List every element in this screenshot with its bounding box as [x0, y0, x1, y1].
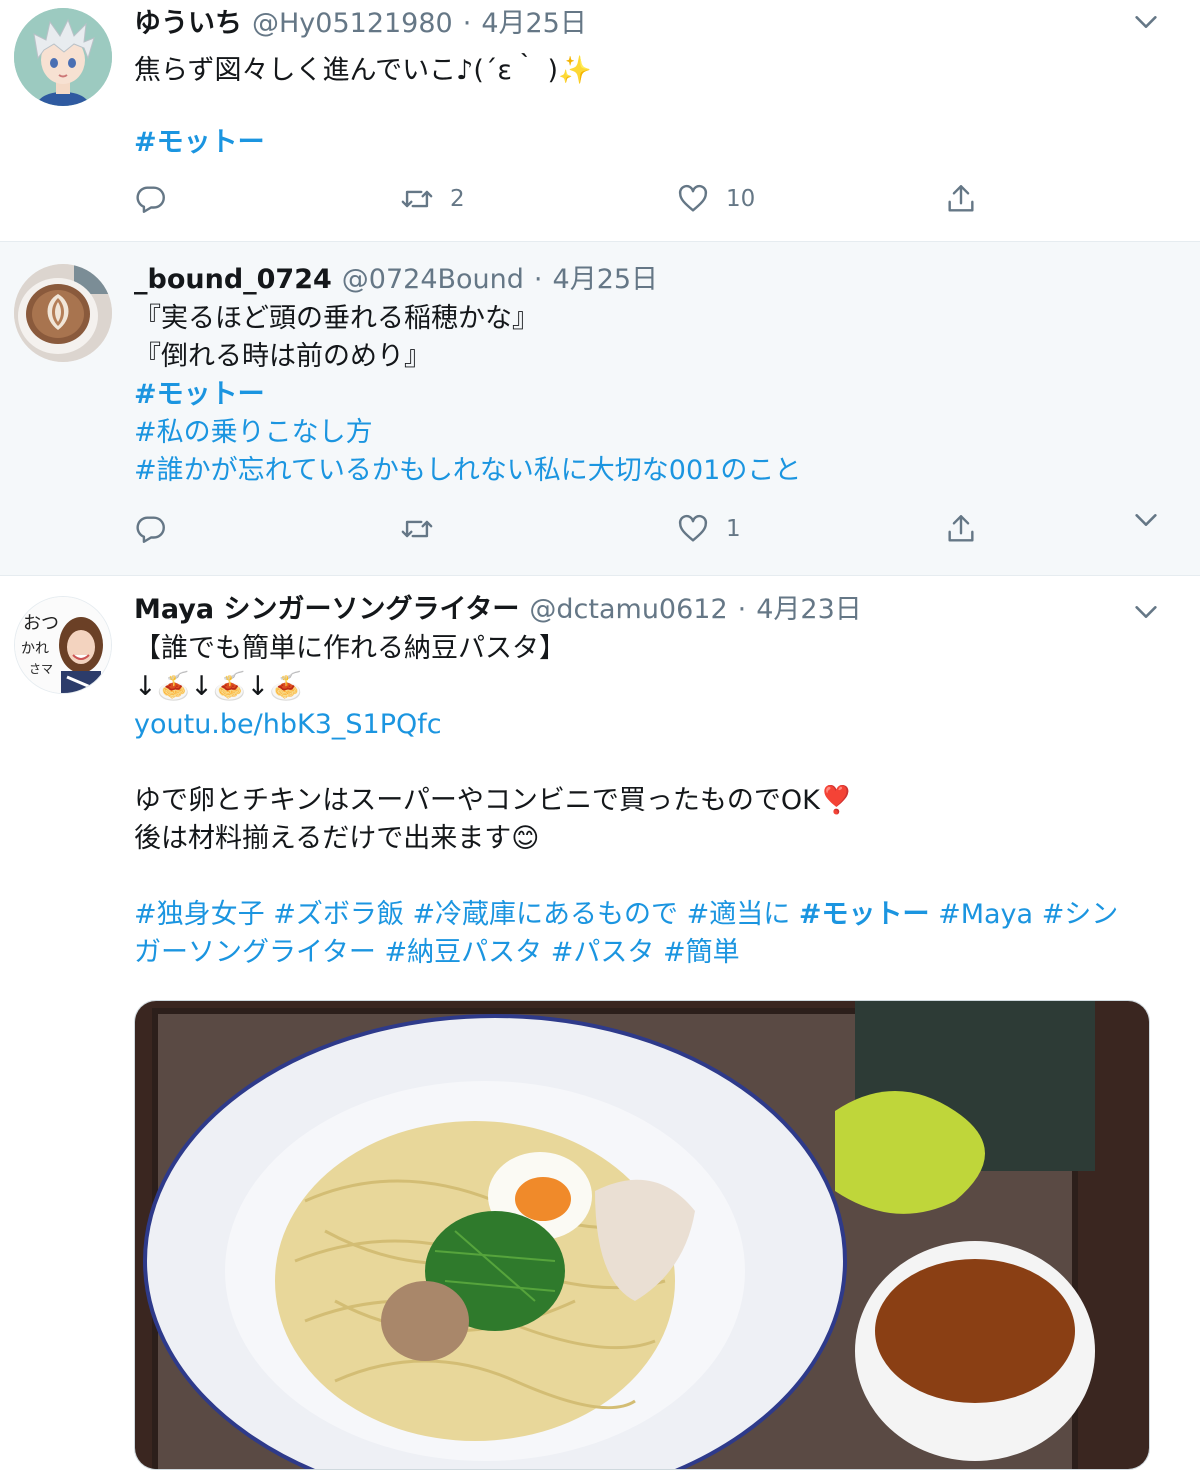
- user-name[interactable]: _bound_0724: [134, 262, 332, 298]
- hashtag-norikonashi[interactable]: #私の乗りこなし方: [134, 417, 373, 448]
- chevron-down-icon[interactable]: [1132, 598, 1160, 626]
- chevron-down-icon[interactable]: [1132, 506, 1160, 534]
- tweet-date[interactable]: 4月25日: [553, 262, 659, 298]
- retweet-count: 2: [450, 186, 465, 212]
- chevron-down-icon[interactable]: [1132, 8, 1160, 36]
- hashtag[interactable]: #パスタ: [551, 937, 655, 968]
- separator-dot: ·: [533, 264, 543, 295]
- retweet-button[interactable]: 2: [400, 182, 465, 216]
- hashtag[interactable]: #簡単: [663, 937, 740, 968]
- share-icon: [948, 515, 974, 542]
- tweet-media-image[interactable]: [134, 1000, 1150, 1470]
- hashtag[interactable]: #適当に: [687, 899, 791, 930]
- separator-dot: ·: [462, 8, 472, 39]
- tweet-1[interactable]: ゆういち @Hy05121980 · 4月25日 焦らず図々しく進んでいこ♪(´…: [0, 0, 1200, 242]
- tweet-text-line-1: 『実るほど頭の垂れる稲穂かな』: [134, 303, 539, 334]
- anime-avatar-image: [14, 8, 112, 106]
- reply-icon: [136, 186, 165, 213]
- reply-icon: [136, 516, 165, 543]
- hashtag-motto[interactable]: #モットー: [799, 899, 930, 930]
- hashtag[interactable]: #Maya: [938, 899, 1033, 930]
- like-button[interactable]: 1: [676, 512, 741, 546]
- user-handle[interactable]: @dctamu0612: [529, 592, 727, 628]
- avatar-maya[interactable]: おつ かれ さマ: [14, 596, 112, 694]
- reply-button[interactable]: [134, 512, 168, 546]
- tweet-actions: 2 10: [134, 182, 994, 222]
- tweet-date[interactable]: 4月23日: [756, 592, 862, 628]
- natto-pasta-photo: [135, 1001, 1149, 1469]
- tweet-2[interactable]: _bound_0724 @0724Bound · 4月25日 『実るほど頭の垂れ…: [0, 242, 1200, 576]
- reply-button[interactable]: [134, 182, 168, 216]
- like-count: 10: [726, 186, 756, 212]
- tweet-text-line-3: ゆで卵とチキンはスーパーやコンビニで買ったものでOK❣️: [134, 785, 854, 816]
- tweet-text-title: 【誰でも簡単に作れる納豆パスタ】: [134, 633, 566, 664]
- avatar-yuichi[interactable]: [14, 8, 112, 106]
- hashtag[interactable]: #独身女子: [134, 899, 265, 930]
- hashtag-001[interactable]: #誰かが忘れているかもしれない私に大切な001のこと: [134, 455, 801, 486]
- tweet-text-arrows: ↓🍝↓🍝↓🍝: [134, 671, 303, 702]
- avatar-bound[interactable]: [14, 264, 112, 362]
- like-button[interactable]: 10: [676, 182, 755, 216]
- hashtag-list: #独身女子 #ズボラ飯 #冷蔵庫にあるもので #適当に #モットー #Maya …: [134, 896, 1144, 972]
- like-count: 1: [726, 516, 741, 542]
- share-button[interactable]: [944, 512, 978, 546]
- retweet-icon: [401, 520, 433, 538]
- svg-text:かれ: かれ: [21, 641, 49, 657]
- user-handle[interactable]: @Hy05121980: [252, 6, 453, 42]
- hashtag-motto[interactable]: #モットー: [134, 379, 265, 410]
- hashtag[interactable]: #納豆パスタ: [385, 937, 543, 968]
- tweet-text: 焦らず図々しく進んでいこ♪(´ε｀ )✨: [134, 55, 592, 86]
- retweet-button[interactable]: [400, 512, 434, 546]
- share-icon: [948, 185, 974, 212]
- user-name[interactable]: Maya シンガーソングライター: [134, 592, 519, 628]
- latte-art-avatar-image: [14, 264, 112, 362]
- svg-text:おつ: おつ: [23, 613, 59, 634]
- retweet-icon: [401, 190, 433, 208]
- share-button[interactable]: [944, 182, 978, 216]
- tweet-actions: 1: [134, 512, 994, 552]
- maya-avatar-image: おつ かれ さマ: [15, 597, 111, 693]
- user-handle[interactable]: @0724Bound: [342, 262, 524, 298]
- like-icon: [678, 184, 708, 212]
- svg-text:さマ: さマ: [29, 662, 53, 676]
- tweet-date[interactable]: 4月25日: [481, 6, 587, 42]
- hashtag-motto[interactable]: #モットー: [134, 127, 265, 158]
- youtube-link[interactable]: youtu.be/hbK3_S1PQfc: [134, 709, 442, 740]
- like-icon: [678, 514, 708, 542]
- hashtag[interactable]: #冷蔵庫にあるもので: [412, 899, 678, 930]
- tweet-text-line-4: 後は材料揃えるだけで出来ます😊: [134, 823, 540, 854]
- user-name[interactable]: ゆういち: [134, 6, 242, 42]
- tweet-text-line-2: 『倒れる時は前のめり』: [134, 341, 431, 372]
- hashtag[interactable]: #ズボラ飯: [273, 899, 404, 930]
- separator-dot: ·: [737, 594, 747, 625]
